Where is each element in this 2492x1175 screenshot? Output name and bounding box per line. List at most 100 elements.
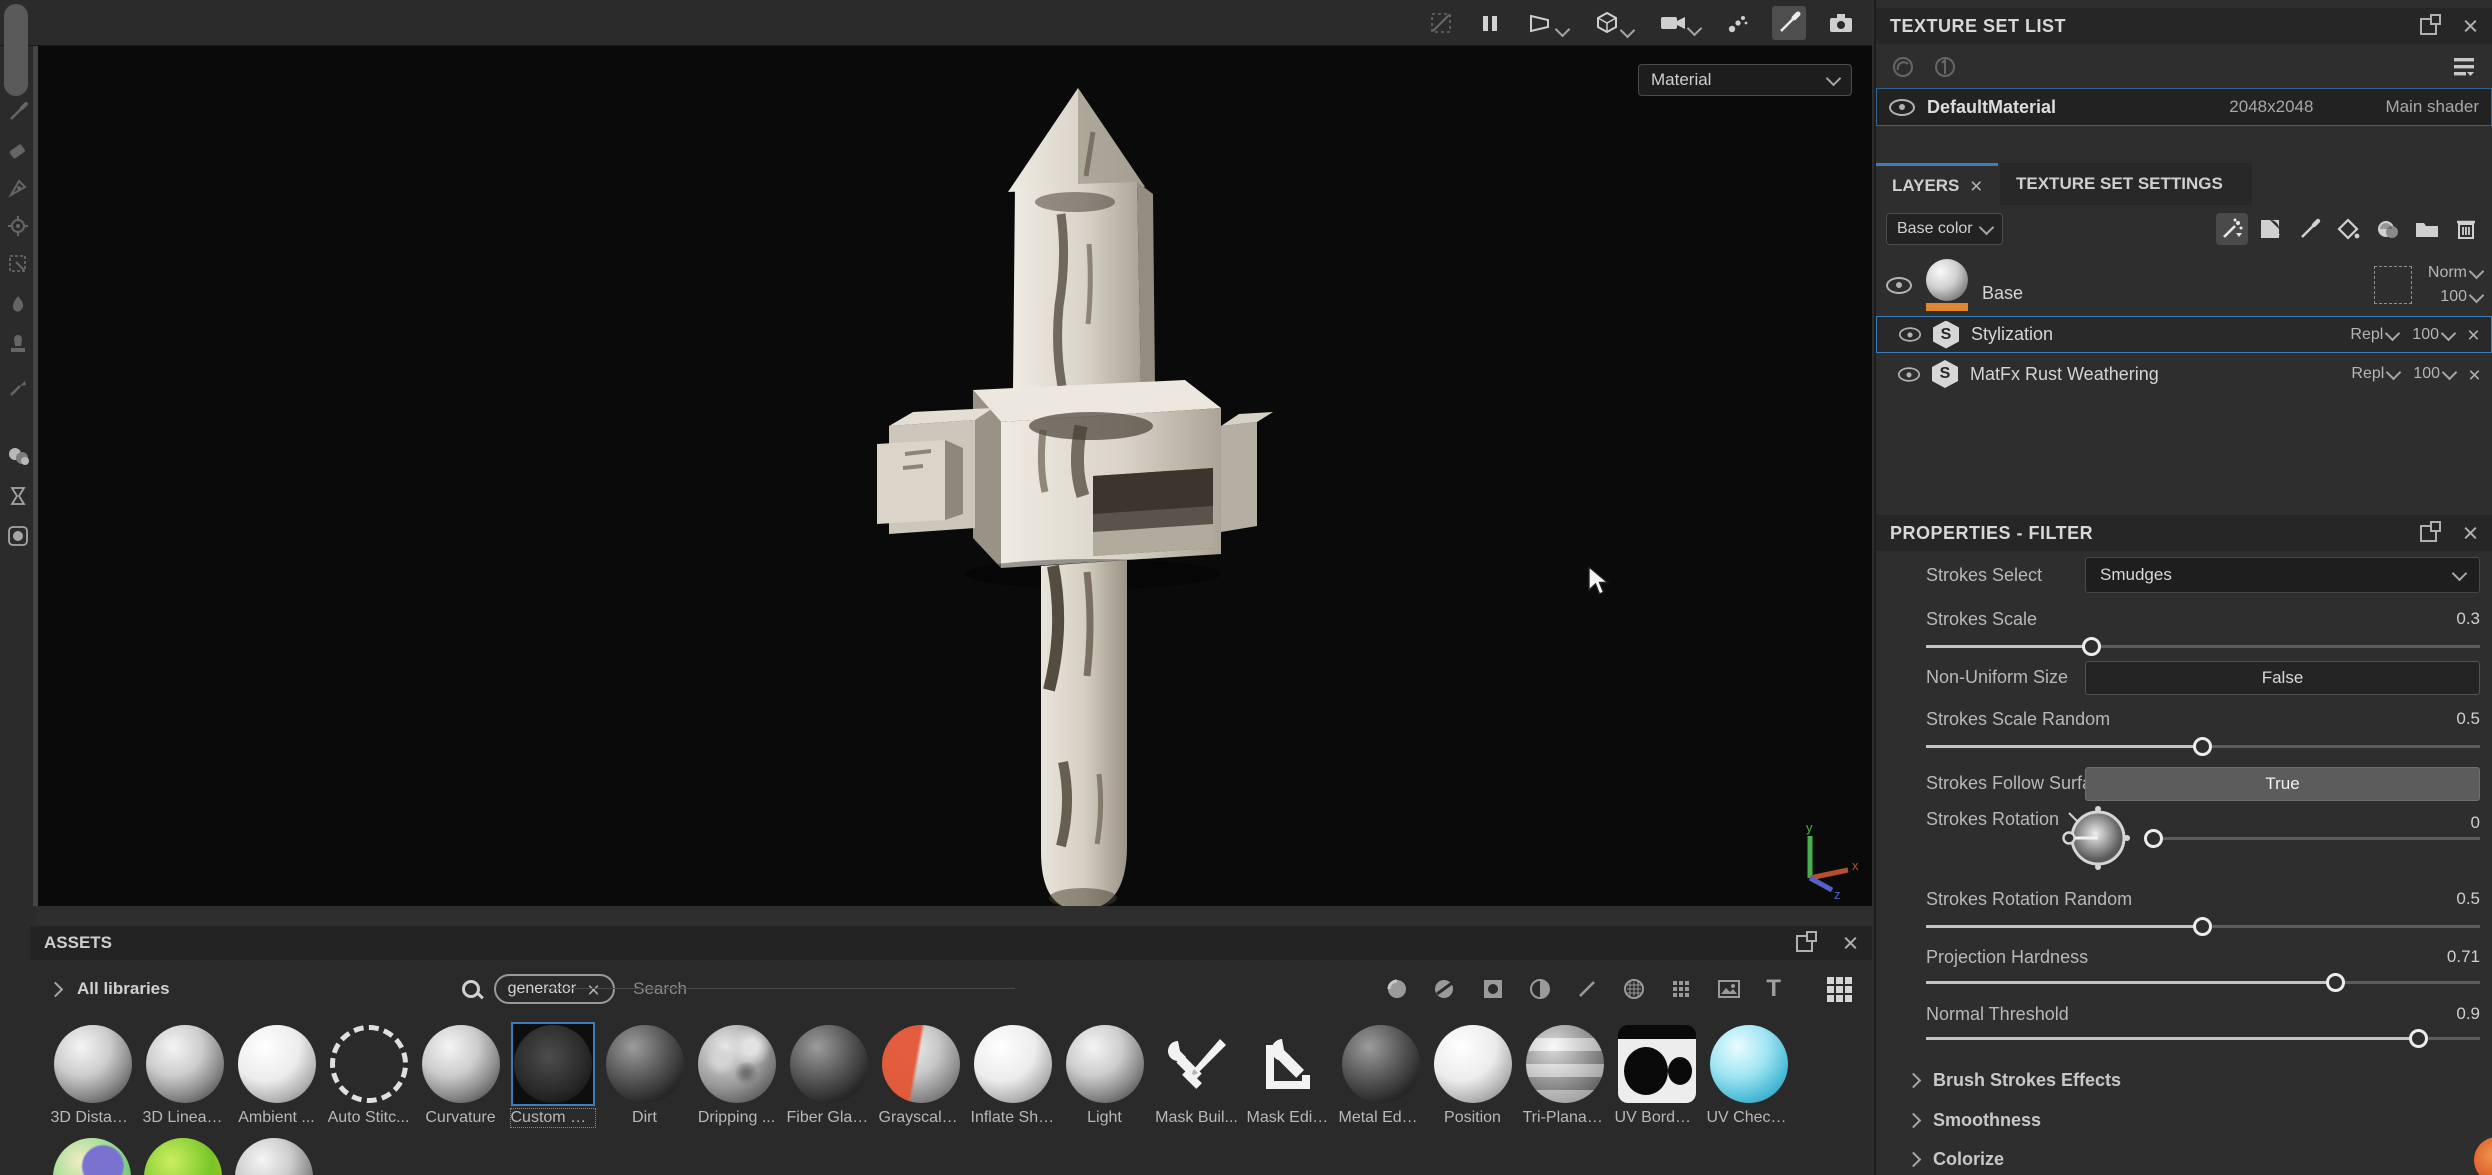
particles-icon[interactable]: [1722, 7, 1754, 39]
bake-pending-icon[interactable]: [6, 484, 30, 508]
filter-smart-materials-icon[interactable]: [1433, 978, 1457, 1000]
layer-thumbnail[interactable]: [1926, 259, 1968, 311]
layer-row-base[interactable]: Base Norm 100: [1876, 256, 2492, 314]
section-colorize[interactable]: Colorize: [1908, 1149, 2004, 1170]
filter-procedurals-icon[interactable]: [1623, 978, 1645, 1000]
clone-stamp-tool-icon[interactable]: [6, 334, 30, 358]
add-smart-material-icon[interactable]: [2372, 213, 2404, 245]
asset-item[interactable]: 3D Distance: [50, 1022, 135, 1127]
symmetry-disabled-icon[interactable]: [1425, 7, 1457, 39]
search-input[interactable]: Search: [633, 979, 687, 999]
scale-random-slider[interactable]: [1926, 745, 2480, 748]
asset-item[interactable]: Mask Buil...: [1154, 1022, 1239, 1127]
asset-item[interactable]: UV Checker: [1706, 1022, 1791, 1127]
geometry-mode-icon[interactable]: [1590, 6, 1637, 40]
delete-layer-icon[interactable]: [2450, 213, 2482, 245]
blend-mode-dropdown[interactable]: Norm: [2428, 264, 2482, 282]
asset-item[interactable]: Metal Edg...: [1338, 1022, 1423, 1127]
opacity-dropdown[interactable]: 100: [2412, 326, 2454, 344]
display-settings-icon[interactable]: [6, 524, 30, 548]
opacity-dropdown[interactable]: 100: [2440, 288, 2482, 306]
close-icon[interactable]: [2463, 19, 2478, 34]
chevron-right-icon[interactable]: [48, 981, 64, 997]
close-icon[interactable]: [2463, 526, 2478, 541]
asset-item[interactable]: Dirt: [602, 1022, 687, 1127]
projection-hardness-slider[interactable]: [1926, 981, 2480, 984]
asset-item[interactable]: Dripping ...: [694, 1022, 779, 1127]
eye-icon[interactable]: [1889, 99, 1915, 116]
add-fill-layer-icon[interactable]: [2255, 213, 2287, 245]
filter-textures-icon[interactable]: [1717, 978, 1741, 1000]
clear-tag-icon[interactable]: [588, 983, 600, 995]
library-selector[interactable]: All libraries: [77, 979, 170, 999]
layer-row-matfx[interactable]: S MatFx Rust Weathering Repl 100: [1876, 356, 2492, 392]
paint-tool-icon[interactable]: [6, 100, 30, 124]
tab-layers[interactable]: LAYERS: [1876, 163, 1998, 205]
viewport-3d[interactable]: Material y x z: [38, 46, 1872, 906]
pause-engine-icon[interactable]: [1475, 8, 1505, 38]
add-effect-icon[interactable]: [2216, 213, 2248, 245]
asset-thumbnail[interactable]: [144, 1138, 222, 1175]
search-tag-chip[interactable]: generator: [494, 974, 616, 1004]
link-sets-icon[interactable]: [1890, 54, 1916, 80]
asset-item[interactable]: Inflate Shri...: [970, 1022, 1055, 1127]
axis-gizmo[interactable]: y x z: [1790, 820, 1866, 900]
projection-tool-icon[interactable]: [6, 176, 30, 200]
asset-item[interactable]: Mask Editor: [1246, 1022, 1331, 1127]
smudge-tool-icon[interactable]: [6, 292, 30, 316]
close-tab-icon[interactable]: [1971, 180, 1981, 192]
asset-item[interactable]: UV Border...: [1614, 1022, 1699, 1127]
toolbar-scroll-handle[interactable]: [4, 4, 28, 96]
rotation-random-slider[interactable]: [1926, 925, 2480, 928]
blend-mode-dropdown[interactable]: Repl: [2350, 326, 2398, 344]
polygon-fill-tool-icon[interactable]: [6, 214, 30, 238]
list-options-icon[interactable]: [2452, 55, 2478, 79]
undock-icon[interactable]: [1796, 935, 1813, 952]
strokes-select-dropdown[interactable]: Smudges: [2085, 557, 2480, 593]
asset-item[interactable]: Position: [1430, 1022, 1515, 1127]
asset-item[interactable]: Ambient ...: [234, 1022, 319, 1127]
remove-layer-icon[interactable]: [2468, 329, 2480, 341]
add-folder-icon[interactable]: [2411, 213, 2443, 245]
filter-fonts-icon[interactable]: T: [1766, 975, 1781, 1003]
camera-view-icon[interactable]: [1655, 8, 1704, 38]
filter-materials-icon[interactable]: [1386, 978, 1408, 1000]
asset-item[interactable]: Curvature: [418, 1022, 503, 1127]
filter-filters-icon[interactable]: [1529, 978, 1551, 1000]
asset-item[interactable]: Grayscale ...: [878, 1022, 963, 1127]
texture-set-row[interactable]: DefaultMaterial 2048x2048 Main shader: [1876, 88, 2492, 126]
asset-item[interactable]: Auto Stitc...: [326, 1022, 411, 1127]
quick-materials-icon[interactable]: [6, 444, 30, 468]
tab-texture-set-settings[interactable]: TEXTURE SET SETTINGS: [2000, 163, 2252, 205]
asset-item[interactable]: Tri-Planar ...: [1522, 1022, 1607, 1127]
section-brush-strokes-effects[interactable]: Brush Strokes Effects: [1908, 1070, 2121, 1091]
layer-row-stylization[interactable]: S Stylization Repl 100: [1876, 316, 2492, 353]
normal-threshold-slider[interactable]: [1926, 1037, 2480, 1040]
non-uniform-toggle[interactable]: False: [2085, 661, 2480, 695]
eye-icon[interactable]: [1899, 327, 1921, 341]
follow-surface-toggle[interactable]: True: [2085, 767, 2480, 801]
section-smoothness[interactable]: Smoothness: [1908, 1110, 2041, 1131]
rotation-dial[interactable]: [2059, 799, 2133, 873]
blend-mode-dropdown[interactable]: Repl: [2351, 365, 2399, 383]
strokes-scale-slider[interactable]: [1926, 645, 2480, 648]
viewport-display-mode-dropdown[interactable]: Material: [1638, 64, 1852, 96]
screenshot-camera-icon[interactable]: [1824, 8, 1858, 38]
eye-icon[interactable]: [1898, 367, 1920, 381]
eraser-tool-icon[interactable]: [6, 138, 30, 162]
asset-item[interactable]: Fiber Glass...: [786, 1022, 871, 1127]
smart-select-tool-icon[interactable]: [6, 252, 30, 276]
remove-layer-icon[interactable]: [2469, 368, 2481, 380]
filter-brushes-icon[interactable]: [1576, 978, 1598, 1000]
filter-smart-masks-icon[interactable]: [1482, 978, 1504, 1000]
grid-view-icon[interactable]: [1827, 977, 1852, 1002]
undock-icon[interactable]: [2420, 525, 2437, 542]
material-picker-tool-icon[interactable]: [6, 376, 30, 400]
undock-icon[interactable]: [2420, 18, 2437, 35]
add-mask-bucket-icon[interactable]: [2333, 213, 2365, 245]
mask-placeholder[interactable]: [2374, 266, 2412, 304]
filter-patterns-icon[interactable]: [1670, 978, 1692, 1000]
perspective-view-icon[interactable]: [1523, 7, 1572, 39]
close-icon[interactable]: [1843, 936, 1858, 951]
asset-item[interactable]: 3D Linear ...: [142, 1022, 227, 1127]
